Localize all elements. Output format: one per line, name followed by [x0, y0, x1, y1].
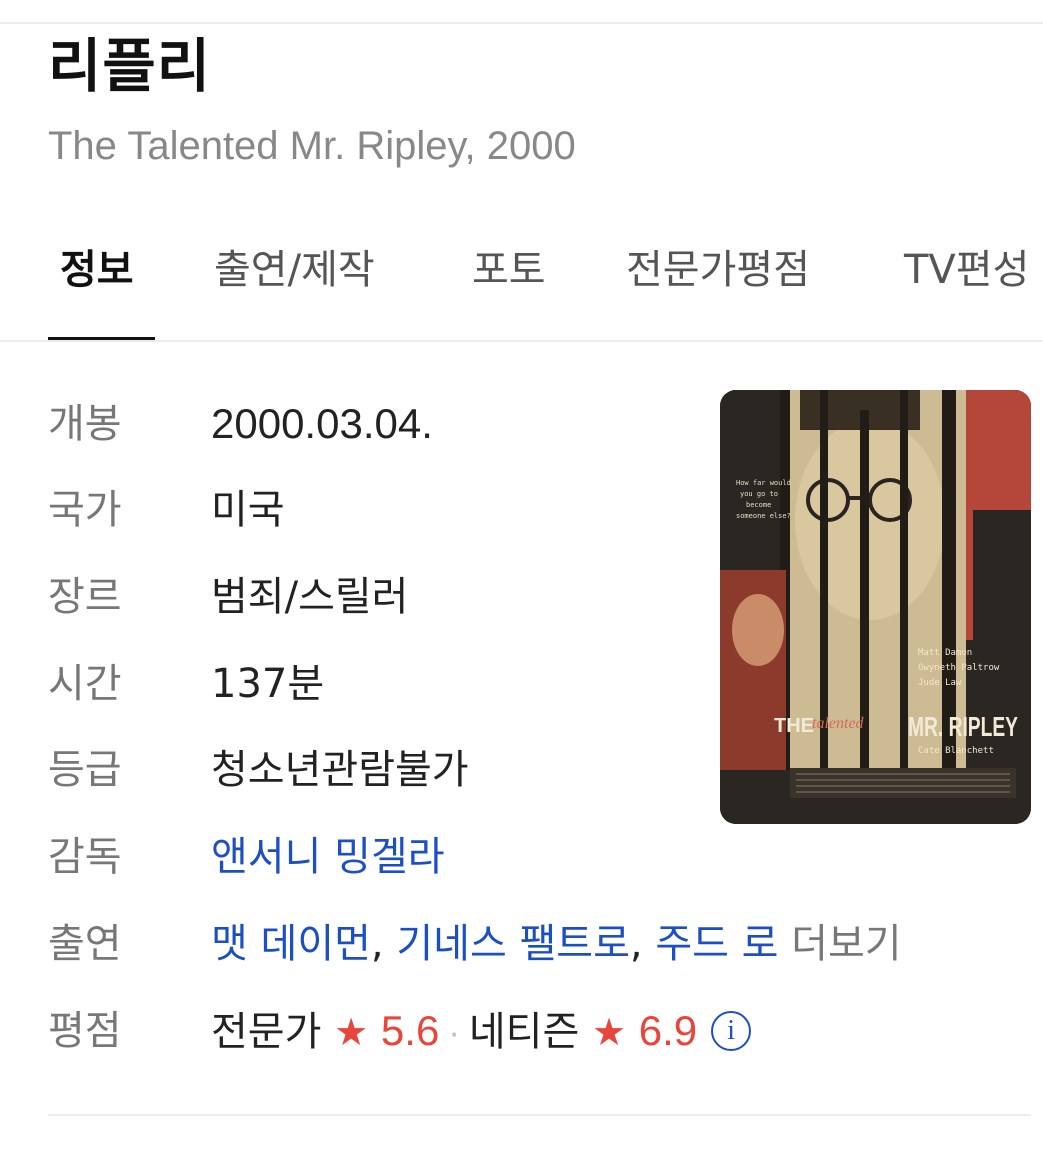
release-label: 개봉 — [48, 401, 122, 447]
country-label: 국가 — [48, 487, 122, 533]
poster-title-the: THE — [774, 715, 814, 737]
info-icon[interactable]: i — [711, 1011, 752, 1051]
movie-poster[interactable]: How far would you go to become someone e… — [720, 390, 1031, 824]
tab-bar: 정보 출연/제작 포토 전문가평점 TV편성 — [0, 238, 1043, 340]
poster-tagline-3: become — [746, 501, 771, 509]
movie-subtitle: The Talented Mr. Ripley, 2000 — [48, 124, 576, 168]
tab-photo[interactable]: 포토 — [472, 238, 546, 302]
netizen-label: 네티즌 — [468, 1009, 580, 1055]
cast-link-jude-law[interactable]: 주드 로 — [655, 921, 778, 967]
poster-title-main: MR. RIPLEY — [908, 711, 1018, 742]
top-divider — [0, 22, 1043, 24]
tabs-divider — [0, 340, 1043, 342]
poster-credit-4: Cate Blanchett — [918, 746, 994, 756]
poster-credit-2: Gwyneth Paltrow — [918, 663, 1000, 673]
runtime-value: 137분 — [211, 661, 325, 707]
runtime-label: 시간 — [48, 661, 122, 707]
director-link[interactable]: 앤서니 밍겔라 — [211, 827, 445, 887]
score-value: 전문가 ★ 5.6 · 네티즌 ★ 6.9 i — [211, 1001, 752, 1066]
poster-tagline-1: How far would — [736, 479, 791, 487]
cast-value: 맷 데이먼, 기네스 팰트로, 주드 로 더보기 — [211, 921, 902, 967]
bottom-divider — [48, 1114, 1031, 1116]
poster-credit-3: Jude Law — [918, 678, 962, 688]
release-value: 2000.03.04. — [211, 400, 433, 447]
star-icon: ★ — [591, 1010, 627, 1054]
cast-more-button[interactable]: 더보기 — [791, 921, 901, 967]
director-label: 감독 — [48, 834, 122, 880]
rating-label: 등급 — [48, 747, 122, 793]
tab-cast-crew[interactable]: 출연/제작 — [214, 238, 375, 302]
genre-value: 범죄/스릴러 — [211, 574, 409, 620]
country-value: 미국 — [211, 487, 285, 533]
poster-title-talented: talented — [812, 715, 865, 732]
cast-link-gwyneth-paltrow[interactable]: 기네스 팰트로 — [396, 921, 630, 967]
movie-title: 리플리 — [48, 32, 212, 100]
critic-label: 전문가 — [211, 1009, 322, 1055]
genre-label: 장르 — [48, 574, 122, 620]
rating-value: 청소년관람불가 — [211, 747, 469, 793]
separator-dot: · — [449, 1018, 459, 1053]
tab-critic-rating[interactable]: 전문가평점 — [626, 238, 810, 302]
cast-label: 출연 — [48, 921, 122, 967]
poster-tagline-4: someone else? — [736, 512, 791, 520]
poster-credit-1: Matt Damon — [918, 648, 972, 658]
tab-info[interactable]: 정보 — [60, 238, 134, 302]
star-icon: ★ — [334, 1010, 369, 1054]
score-label: 평점 — [48, 1008, 122, 1054]
cast-link-matt-damon[interactable]: 맷 데이먼 — [211, 921, 371, 967]
netizen-score: 6.9 — [638, 1007, 698, 1054]
poster-image: How far would you go to become someone e… — [720, 390, 1031, 824]
poster-tagline-2: you go to — [740, 490, 778, 498]
critic-score: 5.6 — [380, 1007, 440, 1054]
tab-tv-schedule[interactable]: TV편성 — [904, 238, 1029, 302]
